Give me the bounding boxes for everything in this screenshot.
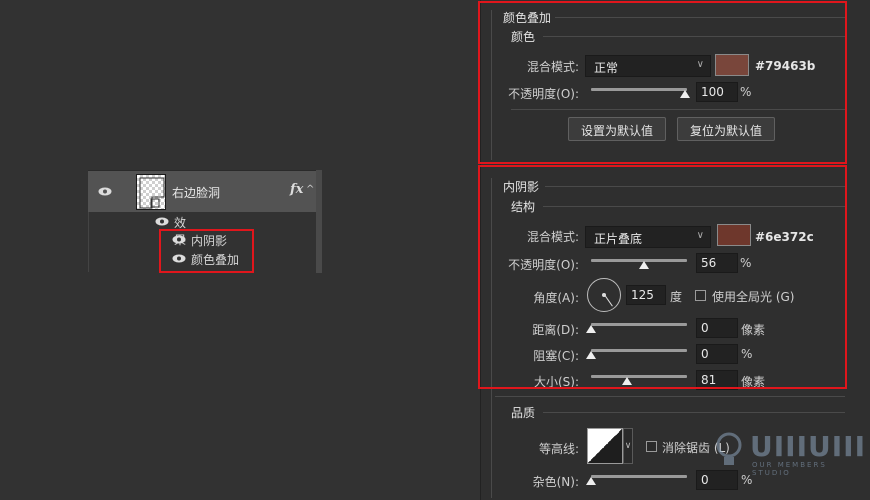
eye-icon[interactable] bbox=[98, 187, 112, 196]
fx-icon[interactable]: fx bbox=[290, 182, 303, 197]
watermark-text: UIIIUIII bbox=[750, 430, 866, 463]
noise-label: 杂色(N): bbox=[532, 475, 579, 489]
noise-slider[interactable] bbox=[591, 475, 687, 478]
divider bbox=[495, 396, 845, 397]
divider bbox=[543, 412, 845, 413]
noise-unit: % bbox=[741, 473, 753, 487]
panel-divider bbox=[88, 212, 89, 272]
layer-name[interactable]: 右边脸洞 bbox=[172, 184, 220, 201]
chevron-down-icon[interactable]: ∨ bbox=[623, 428, 633, 464]
chevron-up-icon[interactable]: ^ bbox=[306, 184, 314, 195]
effects-highlight-frame bbox=[159, 229, 254, 273]
noise-slider-thumb[interactable] bbox=[586, 477, 596, 485]
layer-row[interactable]: 右边脸洞 fx ^ bbox=[88, 170, 316, 212]
anti-alias-checkbox[interactable] bbox=[646, 441, 657, 452]
eye-icon[interactable] bbox=[155, 217, 169, 226]
watermark-logo: UIIIUIII OUR MEMBERS STUDIO bbox=[714, 430, 865, 477]
inner-shadow-highlight-frame bbox=[478, 165, 847, 389]
bulb-icon bbox=[716, 432, 742, 465]
layers-scrollbar[interactable] bbox=[316, 170, 322, 273]
contour-label: 等高线: bbox=[538, 442, 579, 456]
color-overlay-highlight-frame bbox=[478, 1, 847, 164]
contour-picker[interactable] bbox=[587, 428, 623, 464]
quality-title: 品质 bbox=[511, 406, 536, 420]
watermark-subtext: OUR MEMBERS STUDIO bbox=[752, 461, 827, 477]
layer-thumbnail[interactable] bbox=[136, 174, 166, 210]
